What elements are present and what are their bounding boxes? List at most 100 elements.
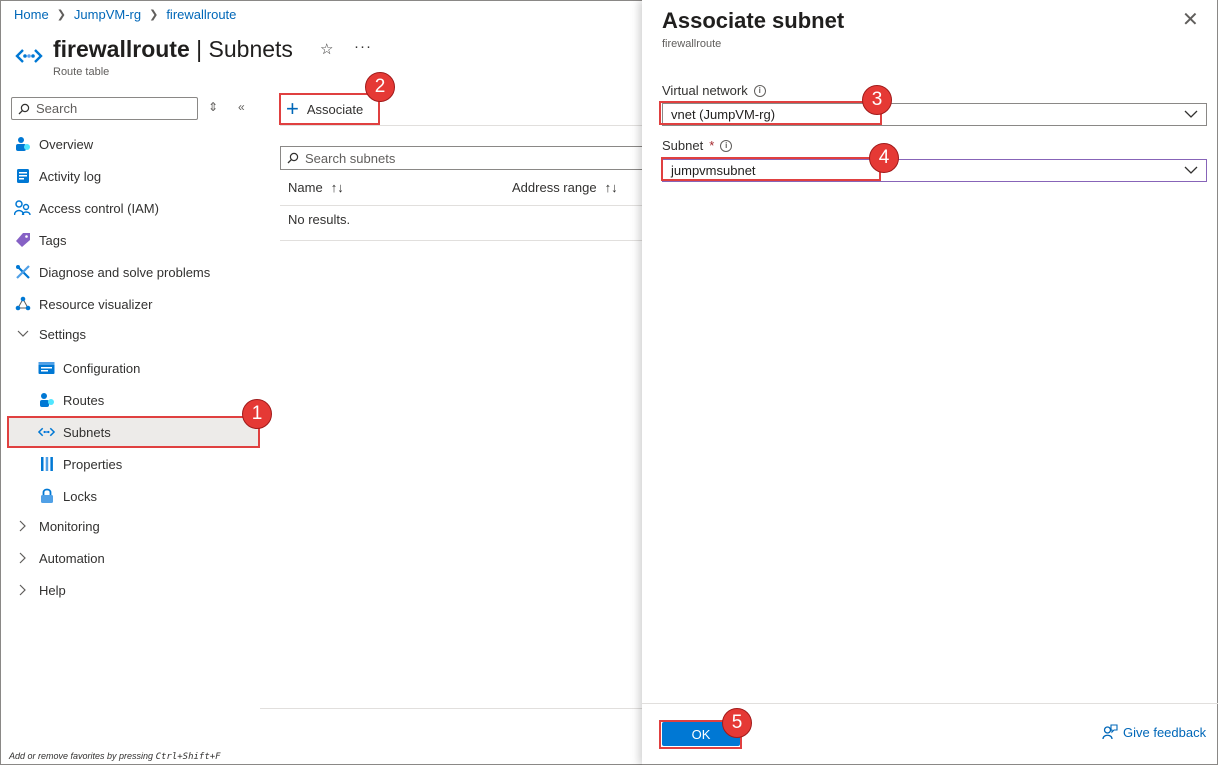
sidebar-group-automation[interactable]: Automation: [14, 544, 105, 572]
chevron-down-icon: [1184, 166, 1198, 174]
subnet-label-text: Subnet: [662, 138, 704, 153]
route-table-icon: [15, 49, 43, 63]
required-mark: *: [709, 138, 715, 153]
chevron-right-icon: ❯: [56, 9, 66, 21]
subnet-search-input[interactable]: Search subnets: [280, 146, 642, 170]
sidebar-item-access-control[interactable]: Access control (IAM): [14, 194, 159, 222]
sidebar-item-label: Locks: [63, 488, 97, 504]
column-header-label: Name: [288, 180, 323, 195]
overview-icon: [14, 136, 31, 153]
blade-footer-divider: [642, 703, 1218, 704]
column-header-address-range[interactable]: Address range ↑↓: [512, 180, 618, 195]
sidebar-item-label: Diagnose and solve problems: [39, 264, 211, 280]
visualizer-icon: [14, 296, 31, 313]
callout-badge-1: 1: [242, 399, 272, 429]
sidebar-item-label: Tags: [39, 232, 67, 248]
breadcrumb-route-table[interactable]: firewallroute: [166, 7, 236, 22]
sidebar-group-settings[interactable]: Settings: [14, 320, 86, 348]
virtual-network-label-text: Virtual network: [662, 83, 748, 98]
activity-log-icon: [14, 168, 31, 185]
sort-toggle-icon[interactable]: ⇕: [208, 100, 218, 114]
lock-icon: [38, 488, 55, 505]
give-feedback-label: Give feedback: [1123, 724, 1207, 740]
favorites-hint-keys: Ctrl+Shift+F: [155, 752, 221, 762]
page-title: firewallroute | Subnets: [53, 36, 293, 63]
sort-icon: ↑↓: [330, 180, 344, 195]
chevron-down-icon: [1184, 110, 1198, 118]
info-icon[interactable]: i: [720, 139, 733, 152]
chevron-down-icon: [14, 330, 31, 338]
properties-icon: [38, 456, 55, 473]
title-separator: |: [196, 36, 203, 62]
callout-badge-2: 2: [365, 72, 395, 102]
search-icon: [18, 103, 30, 114]
tag-icon: [14, 232, 31, 249]
highlight-virtual-network: [659, 101, 882, 125]
header-divider: [280, 205, 642, 206]
sidebar-item-label: Routes: [63, 392, 105, 408]
title-resource: firewallroute: [53, 36, 190, 62]
give-feedback-link[interactable]: Give feedback: [1102, 724, 1206, 740]
routes-icon: [38, 392, 55, 409]
toolbar-divider: [280, 125, 642, 126]
chevron-right-icon: [14, 552, 31, 564]
column-header-name[interactable]: Name ↑↓: [288, 180, 344, 195]
subnet-search-placeholder: Search subnets: [305, 150, 396, 166]
sidebar-group-label: Monitoring: [39, 518, 100, 534]
sidebar-item-label: Properties: [63, 456, 123, 472]
sidebar-item-properties[interactable]: Properties: [38, 450, 122, 478]
sidebar-item-label: Overview: [39, 136, 94, 152]
title-section: Subnets: [208, 36, 293, 62]
chevron-right-icon: [14, 520, 31, 532]
sidebar-search-placeholder: Search: [36, 101, 78, 116]
breadcrumb-home[interactable]: Home: [14, 7, 49, 22]
sidebar-group-label: Settings: [39, 326, 86, 342]
feedback-icon: [1102, 724, 1118, 740]
sidebar-group-monitoring[interactable]: Monitoring: [14, 512, 100, 540]
table-bottom-divider: [280, 240, 642, 241]
breadcrumb: Home ❯ JumpVM-rg ❯ firewallroute: [14, 7, 236, 22]
collapse-sidebar-icon[interactable]: «: [238, 100, 245, 114]
chevron-right-icon: ❯: [149, 9, 159, 21]
column-header-label: Address range: [512, 180, 597, 195]
favorites-hint-text: Add or remove favorites by pressing: [9, 751, 156, 761]
configuration-icon: [38, 360, 55, 377]
sidebar-item-diagnose[interactable]: Diagnose and solve problems: [14, 258, 210, 286]
sidebar-item-routes[interactable]: Routes: [38, 386, 104, 414]
subnet-label: Subnet * i: [662, 138, 733, 153]
virtual-network-label: Virtual network i: [662, 83, 766, 98]
sidebar-group-label: Automation: [39, 550, 105, 566]
chevron-right-icon: [14, 584, 31, 596]
info-icon[interactable]: i: [753, 84, 766, 97]
sidebar-item-label: Configuration: [63, 360, 141, 376]
blade-title: Associate subnet: [662, 8, 845, 33]
breadcrumb-resource-group[interactable]: JumpVM-rg: [74, 7, 141, 22]
star-icon[interactable]: ☆: [320, 40, 333, 58]
sidebar-item-label: Access control (IAM): [39, 200, 159, 216]
highlight-associate: [279, 93, 380, 125]
sidebar-group-label: Help: [39, 582, 66, 598]
favorites-hint: Add or remove favorites by pressing Ctrl…: [9, 751, 221, 762]
close-icon[interactable]: ✕: [1182, 10, 1199, 30]
sidebar-item-label: Activity log: [39, 168, 102, 184]
sidebar-item-configuration[interactable]: Configuration: [38, 354, 140, 382]
sidebar-item-activity-log[interactable]: Activity log: [14, 162, 101, 190]
more-options-icon[interactable]: ···: [354, 38, 372, 55]
iam-icon: [14, 200, 31, 217]
callout-badge-5: 5: [722, 708, 752, 738]
search-icon: [287, 152, 299, 164]
sort-icon: ↑↓: [604, 180, 618, 195]
wrench-icon: [14, 264, 31, 281]
callout-badge-4: 4: [869, 143, 899, 173]
sidebar-item-tags[interactable]: Tags: [14, 226, 66, 254]
sidebar-item-locks[interactable]: Locks: [38, 482, 97, 510]
sidebar-search-input[interactable]: Search: [11, 97, 198, 120]
highlight-subnet: [661, 157, 881, 181]
page-subtitle: Route table: [53, 66, 110, 78]
sidebar-group-help[interactable]: Help: [14, 576, 66, 604]
empty-message: No results.: [288, 212, 351, 227]
sidebar-item-resource-visualizer[interactable]: Resource visualizer: [14, 290, 152, 318]
sidebar-item-overview[interactable]: Overview: [14, 130, 93, 158]
callout-badge-3: 3: [862, 85, 892, 115]
sidebar-item-label: Resource visualizer: [39, 296, 153, 312]
